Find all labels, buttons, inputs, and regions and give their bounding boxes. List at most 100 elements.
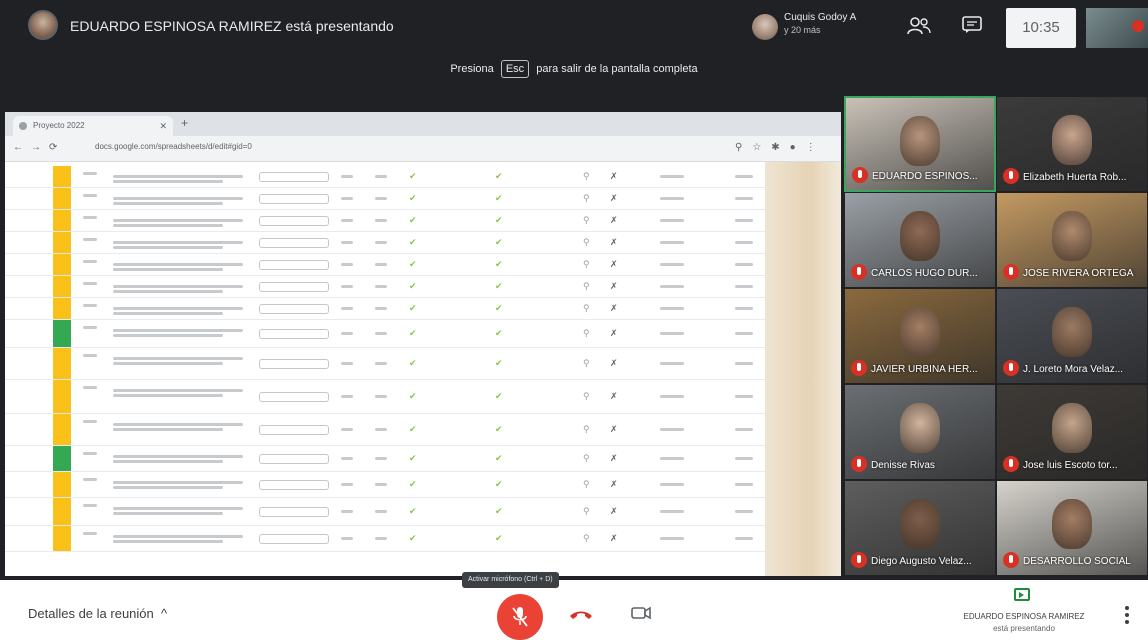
cell-text (83, 282, 97, 285)
cell-text (735, 219, 753, 222)
check-icon: ✔ (495, 281, 503, 291)
cell-text (735, 332, 753, 335)
browser-tab[interactable]: Proyecto 2022 ✕ (13, 116, 173, 136)
participant-tile[interactable]: Elizabeth Huerta Rob... (996, 96, 1148, 192)
participant-tile[interactable]: Diego Augusto Velaz... (844, 480, 996, 576)
cell-text (83, 354, 97, 357)
check-icon: ✔ (495, 479, 503, 489)
table-row: ✔ ✔ ⚲ ✗ (5, 498, 765, 526)
check-icon: ✔ (495, 303, 503, 313)
cell-text (375, 241, 387, 244)
check-icon: ✔ (495, 506, 503, 516)
cell-text (375, 483, 387, 486)
close-icon[interactable]: ✕ (159, 116, 167, 136)
check-icon: ✔ (495, 171, 503, 181)
microphone-toggle-button[interactable] (497, 594, 543, 640)
more-options-icon[interactable] (1124, 606, 1130, 626)
check-icon: ✔ (409, 281, 417, 291)
status-color-cell (53, 414, 71, 445)
cell-text (341, 307, 353, 310)
check-icon: ✔ (409, 424, 417, 434)
hang-up-icon[interactable] (568, 604, 594, 626)
cell-text (113, 197, 243, 200)
participant-count: y 20 más (784, 25, 821, 35)
cross-icon: ✗ (610, 215, 618, 225)
cell-text (375, 537, 387, 540)
extension-icons[interactable]: ⚲☆✱●⋮ (735, 142, 826, 153)
dropdown-cell (259, 216, 329, 226)
cell-text (113, 512, 223, 515)
participant-tile[interactable]: DESARROLLO SOCIAL (996, 480, 1148, 576)
cell-text (113, 423, 243, 426)
mic-muted-icon (1003, 168, 1019, 184)
participant-tile[interactable]: JOSE RIVERA ORTEGA (996, 192, 1148, 288)
table-row: ✔ ✔ ⚲ ✗ (5, 348, 765, 380)
dropdown-cell (259, 282, 329, 292)
check-icon: ✔ (409, 453, 417, 463)
participant-tile[interactable]: Denisse Rivas (844, 384, 996, 480)
check-icon: ✔ (409, 259, 417, 269)
participant-tile[interactable]: EDUARDO ESPINOS... (844, 96, 996, 192)
dropdown-cell (259, 194, 329, 204)
search-icon: ⚲ (583, 171, 590, 181)
participant-avatar (752, 14, 778, 40)
cell-text (83, 452, 97, 455)
plus-icon[interactable]: + (181, 116, 188, 130)
cell-text (83, 386, 97, 389)
cell-text (341, 175, 353, 178)
dropdown-cell (259, 425, 329, 435)
cross-icon: ✗ (610, 193, 618, 203)
cell-text (113, 312, 223, 315)
check-icon: ✔ (495, 533, 503, 543)
participant-tile[interactable]: Jose luis Escoto tor... (996, 384, 1148, 480)
cell-text (83, 420, 97, 423)
browser-nav-icons[interactable]: ←→⟳ (13, 142, 65, 153)
cell-text (113, 357, 243, 360)
cell-text (113, 507, 243, 510)
participant-tile[interactable]: J. Loreto Mora Velaz... (996, 288, 1148, 384)
cell-text (735, 285, 753, 288)
check-icon: ✔ (495, 424, 503, 434)
check-icon: ✔ (409, 358, 417, 368)
cell-text (83, 260, 97, 263)
status-color-cell (53, 380, 71, 413)
participant-tile[interactable]: JAVIER URBINA HER... (844, 288, 996, 384)
mic-muted-icon (1003, 552, 1019, 568)
status-color-cell (53, 188, 71, 209)
presenting-icon[interactable] (1014, 588, 1030, 601)
table-row: ✔ ✔ ⚲ ✗ (5, 210, 765, 232)
chat-icon[interactable] (962, 16, 982, 34)
search-icon: ⚲ (583, 259, 590, 269)
people-icon[interactable] (906, 16, 932, 36)
address-bar[interactable]: docs.google.com/spreadsheets/d/edit#gid=… (95, 142, 252, 151)
table-row: ✔ ✔ ⚲ ✗ (5, 414, 765, 446)
participant-tile[interactable]: CARLOS HUGO DUR... (844, 192, 996, 288)
cell-text (660, 510, 684, 513)
cell-text (341, 457, 353, 460)
mic-muted-icon (1003, 264, 1019, 280)
cell-text (660, 307, 684, 310)
search-icon: ⚲ (583, 479, 590, 489)
cell-text (113, 307, 243, 310)
esc-key: Esc (500, 60, 530, 78)
self-view-thumbnail[interactable] (1086, 8, 1148, 48)
dropdown-cell (259, 392, 329, 402)
meeting-details-button[interactable]: Detalles de la reunión ^ (28, 606, 167, 621)
cell-text (341, 537, 353, 540)
camera-icon[interactable] (630, 602, 652, 624)
cell-text (83, 172, 97, 175)
fullscreen-hint: Presiona Esc para salir de la pantalla c… (0, 58, 1148, 80)
cell-text (83, 326, 97, 329)
status-color-cell (53, 498, 71, 525)
cell-text (660, 219, 684, 222)
participant-video (1052, 307, 1092, 357)
status-color-cell (53, 348, 71, 379)
cross-icon: ✗ (610, 303, 618, 313)
cell-text (375, 263, 387, 266)
cell-text (735, 428, 753, 431)
table-row: ✔ ✔ ⚲ ✗ (5, 446, 765, 472)
check-icon: ✔ (495, 453, 503, 463)
mic-muted-icon (851, 360, 867, 376)
check-icon: ✔ (409, 533, 417, 543)
cross-icon: ✗ (610, 506, 618, 516)
